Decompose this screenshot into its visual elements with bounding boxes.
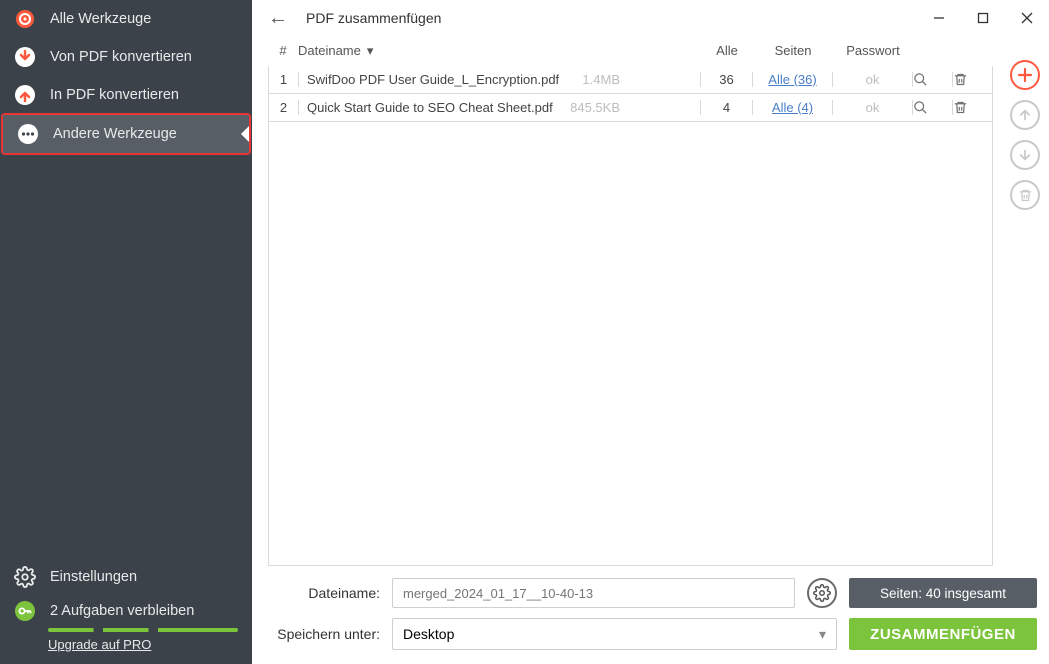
target-icon: [14, 8, 36, 30]
row-delete-button[interactable]: [952, 100, 992, 115]
sidebar-item-other-tools[interactable]: Andere Werkzeuge: [3, 115, 249, 153]
row-password: ok: [832, 72, 912, 87]
row-preview-button[interactable]: [912, 100, 952, 115]
window-maximize-button[interactable]: [961, 0, 1005, 36]
arrow-up-circle-icon: [14, 84, 36, 106]
sidebar-item-tasks-remaining[interactable]: 2 Aufgaben verbleiben: [0, 594, 252, 628]
col-filename[interactable]: Dateiname▾: [298, 43, 631, 59]
remove-all-button[interactable]: [1010, 180, 1040, 210]
row-size: 845.5KB: [570, 100, 620, 115]
side-toolbar: [1001, 36, 1049, 566]
row-all: 36: [700, 72, 752, 87]
merge-button[interactable]: ZUSAMMENFÜGEN: [849, 618, 1037, 650]
save-location-select[interactable]: Desktop ▾: [392, 618, 837, 650]
col-all[interactable]: Alle: [701, 43, 753, 58]
row-all: 4: [700, 100, 752, 115]
more-circle-icon: [17, 123, 39, 145]
table-row[interactable]: 1 SwifDoo PDF User Guide_L_Encryption.pd…: [268, 66, 993, 94]
window-titlebar: ← PDF zusammenfügen: [252, 0, 1049, 36]
filename-input[interactable]: [392, 578, 795, 608]
row-filename: Quick Start Guide to SEO Cheat Sheet.pdf: [307, 100, 553, 115]
row-index: 2: [269, 100, 299, 115]
row-pages-link[interactable]: Alle (4): [772, 100, 813, 115]
table-header: # Dateiname▾ Alle Seiten Passwort: [268, 36, 993, 66]
tasks-remaining-label: 2 Aufgaben verbleiben: [50, 603, 194, 619]
table-row[interactable]: 2 Quick Start Guide to SEO Cheat Sheet.p…: [268, 94, 993, 122]
table-empty-area: [268, 122, 993, 566]
row-delete-button[interactable]: [952, 72, 992, 87]
chevron-down-icon: ▾: [819, 626, 826, 643]
page-title: PDF zusammenfügen: [306, 10, 441, 26]
back-arrow-button[interactable]: ←: [268, 7, 292, 30]
row-pages-link[interactable]: Alle (36): [768, 72, 816, 87]
move-up-button[interactable]: [1010, 100, 1040, 130]
save-location-value: Desktop: [403, 626, 454, 642]
sidebar-item-to-pdf[interactable]: In PDF konvertieren: [0, 76, 252, 114]
col-password[interactable]: Passwort: [833, 43, 913, 58]
row-preview-button[interactable]: [912, 72, 952, 87]
col-pages[interactable]: Seiten: [753, 43, 833, 58]
upgrade-link[interactable]: Upgrade auf PRO: [48, 637, 151, 652]
window-minimize-button[interactable]: [917, 0, 961, 36]
arrow-down-circle-icon: [14, 46, 36, 68]
filename-label: Dateiname:: [264, 585, 380, 601]
pages-total-badge: Seiten: 40 insgesamt: [849, 578, 1037, 608]
sort-desc-icon: ▾: [367, 43, 374, 59]
sidebar-item-label: Von PDF konvertieren: [50, 49, 192, 65]
save-location-label: Speichern unter:: [264, 626, 380, 642]
key-circle-icon: [14, 600, 36, 622]
row-password: ok: [832, 100, 912, 115]
row-index: 1: [269, 72, 299, 87]
window-close-button[interactable]: [1005, 0, 1049, 36]
sidebar-item-label: Alle Werkzeuge: [50, 11, 151, 27]
sidebar-item-settings[interactable]: Einstellungen: [0, 560, 252, 594]
sidebar-item-label: Einstellungen: [50, 569, 137, 585]
gear-icon: [14, 566, 36, 588]
tasks-progress-bar: [48, 628, 238, 632]
sidebar-item-label: Andere Werkzeuge: [53, 126, 177, 142]
row-filename: SwifDoo PDF User Guide_L_Encryption.pdf: [307, 72, 559, 87]
highlighted-sidebar-item: Andere Werkzeuge: [1, 113, 251, 155]
sidebar-item-label: In PDF konvertieren: [50, 87, 179, 103]
col-num[interactable]: #: [268, 43, 298, 58]
filename-settings-button[interactable]: [807, 578, 837, 608]
sidebar-item-all-tools[interactable]: Alle Werkzeuge: [0, 0, 252, 38]
add-file-button[interactable]: [1010, 60, 1040, 90]
sidebar-item-from-pdf[interactable]: Von PDF konvertieren: [0, 38, 252, 76]
app-sidebar: Alle Werkzeuge Von PDF konvertieren In P…: [0, 0, 252, 664]
move-down-button[interactable]: [1010, 140, 1040, 170]
row-size: 1.4MB: [582, 72, 620, 87]
